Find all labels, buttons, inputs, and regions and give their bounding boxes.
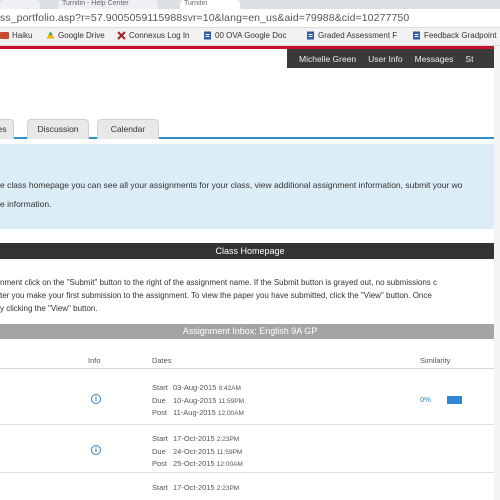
bookmark-item[interactable]: Connexus Log In	[117, 31, 190, 40]
date-label: Start	[152, 434, 168, 443]
bookmark-label: Feedback Gradpoint	[424, 31, 497, 40]
bookmark-label: Haiku	[12, 31, 33, 40]
post-time: 12:00AM	[216, 461, 243, 468]
nav-more-link[interactable]: St	[453, 54, 473, 64]
post-time: 12:00AM	[217, 410, 244, 417]
browser-tab[interactable]: Turnitin - Help Center	[58, 0, 158, 9]
due-time: 11:59PM	[216, 448, 243, 456]
browser-tab-active[interactable]: Turnitin	[180, 0, 240, 9]
due-date: 10-Aug-2015	[173, 395, 217, 405]
scrollbar[interactable]	[494, 46, 500, 500]
info-icon[interactable]: i	[91, 394, 101, 404]
bookmarks-bar: Haiku Google Drive Connexus Log In 00 OV…	[0, 28, 500, 46]
bookmark-label: Google Drive	[58, 31, 105, 40]
assignment-dates: Start 17-Oct-2015 2:23PM	[152, 482, 239, 495]
haiku-icon	[0, 31, 9, 40]
column-header-similarity: Similarity	[420, 356, 451, 365]
divider	[0, 472, 500, 473]
due-time: 11:59PM	[218, 397, 245, 405]
post-date: 11-Aug-2015	[173, 408, 216, 417]
start-time: 2:23PM	[216, 436, 240, 443]
similarity-bar[interactable]	[447, 396, 462, 404]
divider	[0, 424, 500, 425]
instruction-text: nment click on the "Submit" button to th…	[0, 278, 438, 287]
tab-first[interactable]: es	[0, 119, 14, 139]
bookmark-item[interactable]: Feedback Gradpoint	[412, 31, 497, 40]
bookmark-item[interactable]: 00 OVA Google Doc	[203, 31, 286, 40]
user-info-link[interactable]: User Info	[356, 54, 403, 64]
page-content: Michelle Green User Info Messages St es …	[0, 46, 500, 500]
user-nav-bar: Michelle Green User Info Messages St	[287, 49, 500, 68]
bookmark-item[interactable]: Graded Assessment F	[306, 31, 397, 40]
messages-link[interactable]: Messages	[403, 54, 454, 64]
google-drive-icon	[46, 31, 55, 40]
start-date: 17-Oct-2015	[173, 483, 215, 492]
class-tabs: es Discussion Calendar	[0, 117, 500, 139]
bookmark-item[interactable]: Google Drive	[46, 31, 105, 40]
instruction-text: y clicking the "View" button.	[0, 304, 98, 313]
assignment-inbox-header: Assignment Inbox: English 9A GP	[0, 324, 500, 339]
user-name-link[interactable]: Michelle Green	[287, 54, 356, 64]
start-date: 03-Aug-2015	[173, 383, 217, 392]
tab-calendar[interactable]: Calendar	[97, 119, 159, 139]
column-header-dates: Dates	[152, 356, 172, 365]
date-label: Due	[152, 446, 166, 456]
date-label: Due	[152, 395, 166, 405]
browser-tab-label: Turnitin - Help Center	[62, 0, 129, 7]
due-date: 24-Oct-2015	[173, 446, 215, 456]
document-icon	[306, 31, 315, 40]
date-label: Start	[152, 483, 168, 492]
browser-tab-strip: Turnitin - Help Center Turnitin	[0, 0, 500, 9]
similarity-score[interactable]: 0%	[420, 395, 431, 404]
date-label: Post	[152, 459, 168, 468]
instruction-text: ter you make your first submission to th…	[0, 291, 432, 300]
browser-tab-label: Turnitin	[184, 0, 208, 7]
bookmark-label: Graded Assessment F	[318, 31, 398, 40]
info-box: e class homepage you can see all your as…	[0, 144, 500, 229]
document-icon	[203, 31, 212, 40]
document-icon	[412, 31, 421, 40]
post-date: 25-Oct-2015	[173, 459, 215, 468]
date-label: Post	[152, 408, 168, 417]
address-bar[interactable]: ss_portfolio.asp?r=57.9005059115988svr=1…	[0, 9, 500, 28]
divider	[0, 368, 500, 369]
connexus-icon	[117, 31, 126, 40]
assignment-dates: Start 03-Aug-2015 9:42AM Due 10-Aug-2015 1…	[152, 382, 244, 420]
tab-discussion[interactable]: Discussion	[27, 119, 89, 139]
start-date: 17-Oct-2015	[173, 434, 215, 443]
bookmark-label: Connexus Log In	[129, 31, 190, 40]
url-text[interactable]: ss_portfolio.asp?r=57.9005059115988svr=1…	[0, 12, 409, 24]
column-header-info: Info	[88, 356, 101, 365]
date-label: Start	[152, 383, 168, 392]
start-time: 2:23PM	[216, 485, 240, 492]
class-homepage-header: Class Homepage	[0, 243, 500, 259]
info-text-line: e class homepage you can see all your as…	[0, 180, 463, 190]
browser-tab[interactable]	[0, 0, 40, 9]
info-text-line: e information.	[0, 199, 52, 209]
assignment-dates: Start 17-Oct-2015 2:23PM Due 24-Oct-2015 1…	[152, 433, 243, 471]
bookmark-label: 00 OVA Google Doc	[215, 31, 287, 40]
info-icon[interactable]: i	[91, 445, 101, 455]
start-time: 9:42AM	[218, 385, 241, 392]
bookmark-item[interactable]: Haiku	[0, 31, 32, 40]
